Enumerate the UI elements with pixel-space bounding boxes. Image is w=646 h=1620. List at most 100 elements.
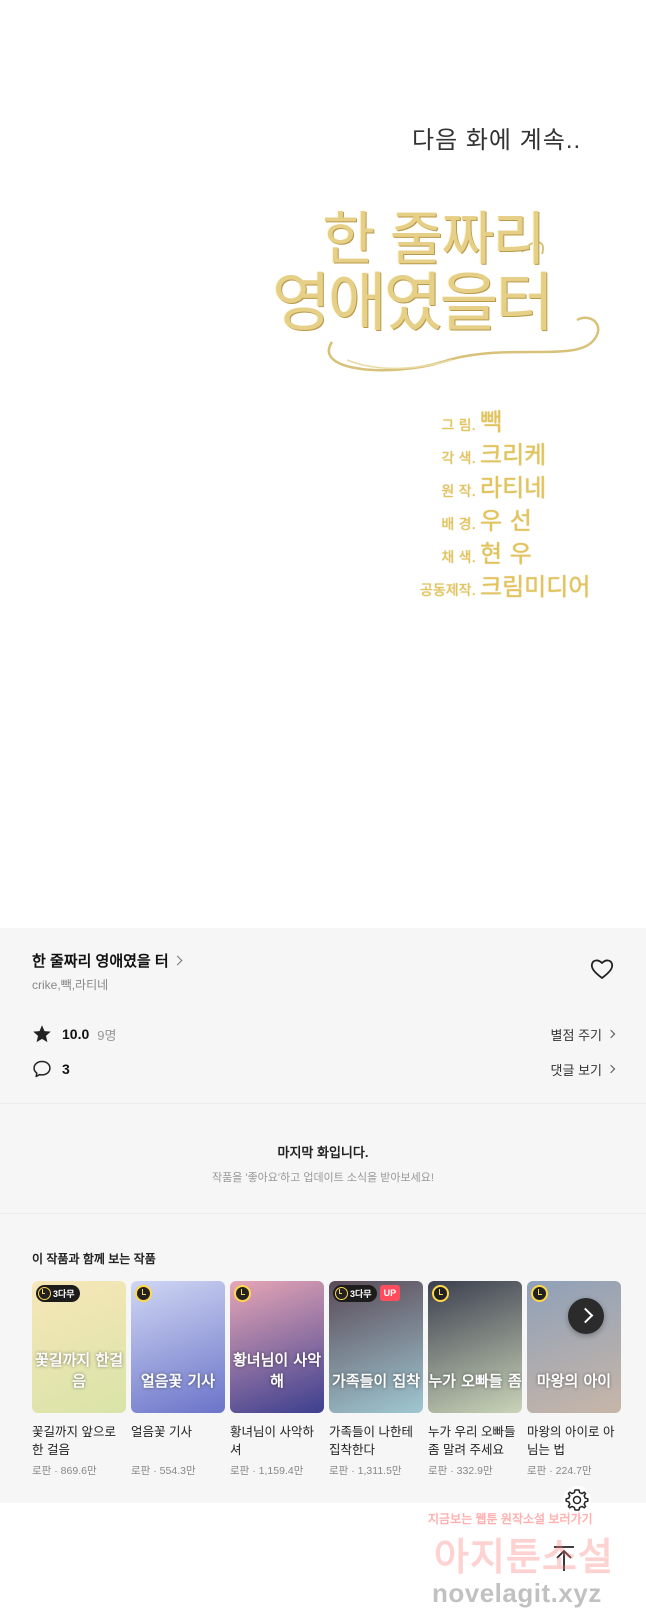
rate-button-label: 별점 주기 (550, 1027, 602, 1043)
chevron-right-icon (606, 1029, 616, 1039)
credit-name: 크리케 (480, 441, 547, 469)
card-cover-title: 황녀님이 사악해 (232, 1351, 322, 1390)
meta-separator: · (546, 1465, 556, 1477)
card-genre: 로판 (131, 1465, 151, 1477)
last-episode-subtitle: 작품을 '좋아요'하고 업데이트 소식을 받아보세요! (212, 1172, 434, 1184)
clock-icon (531, 1285, 548, 1302)
last-episode-title: 마지막 화입니다. (277, 1145, 369, 1160)
series-info: 한 줄짜리 영애였을 터 crike,빽,라티네 10.0 9명 별점 주기 3… (0, 928, 646, 1103)
wait-free-label: 3다무 (350, 1289, 372, 1299)
card-views: 869.6만 (60, 1465, 97, 1477)
rating-count: 9명 (97, 1027, 117, 1043)
continue-text: 다음 화에 계속.. (412, 127, 582, 154)
wait-free-label: 3다무 (53, 1289, 75, 1299)
up-badge: UP (379, 1285, 401, 1301)
meta-separator: · (150, 1465, 160, 1477)
series-title: 한 줄짜리 영애였을 터 (32, 953, 169, 970)
recommendation-card[interactable]: 누가 오빠들 좀 누가 우리 오빠들 좀 말려 주세요 로판 · 332.9만 (428, 1281, 522, 1478)
card-title: 얼음꽃 기사 (131, 1425, 192, 1439)
recommendation-card[interactable]: 황녀님이 사악해황녀님이 사악하셔로판 · 1,159.4만 (230, 1281, 324, 1478)
card-meta: 로판 · 869.6만 (32, 1463, 126, 1478)
title-logo: 한 줄짜리 영애였을터 (272, 192, 612, 382)
comment-row: 3 댓글 보기 (32, 1057, 616, 1081)
star-icon (33, 1025, 51, 1043)
credit-row: 각 색. 크리케 (402, 435, 642, 469)
card-cover-title: 마왕의 아이 (536, 1372, 612, 1390)
credit-row: 공동제작. 크림미디어 (402, 567, 642, 601)
credit-role: 각 색. (441, 451, 476, 467)
card-genre: 로판 (230, 1465, 250, 1477)
meta-separator: · (51, 1465, 61, 1477)
view-comments-button[interactable]: 댓글 보기 (550, 1060, 616, 1079)
credit-name: 우 선 (480, 507, 532, 535)
wait-free-badge: 3다무 (36, 1285, 80, 1302)
card-meta: 로판 · 1,311.5만 (329, 1463, 423, 1478)
card-meta: 로판 · 332.9만 (428, 1463, 522, 1478)
card-title: 꽃길까지 앞으로 한 걸음 (32, 1425, 116, 1457)
recommendation-heading: 이 작품과 함께 보는 작품 (32, 1252, 156, 1266)
credit-row: 배 경. 우 선 (402, 501, 642, 535)
credit-role: 공동제작. (420, 583, 476, 599)
card-badges (432, 1285, 449, 1302)
card-title: 마왕의 아이로 아님는 법 (527, 1425, 615, 1457)
card-genre: 로판 (428, 1465, 448, 1477)
credit-role: 배 경. (441, 517, 476, 533)
card-title: 가족들이 나한테 집착한다 (329, 1425, 413, 1457)
series-authors: crike,빽,라티네 (32, 978, 109, 992)
last-episode-notice: 마지막 화입니다. 작품을 '좋아요'하고 업데이트 소식을 받아보세요! (0, 1103, 646, 1213)
heart-icon[interactable] (590, 958, 614, 980)
credit-role: 그 림. (441, 418, 476, 434)
card-cover-title: 가족들이 집착 (331, 1372, 421, 1390)
card-cover-title: 얼음꽃 기사 (140, 1372, 216, 1390)
card-cover-image: 얼음꽃 기사 (131, 1281, 225, 1413)
recommendation-card[interactable]: 얼음꽃 기사 얼음꽃 기사 로판 · 554.3만 (131, 1281, 225, 1478)
comment-count: 3 (62, 1061, 70, 1077)
credit-name: 현 우 (480, 540, 532, 568)
meta-separator: · (249, 1465, 259, 1477)
credit-row: 원 작. 라티네 (402, 468, 642, 502)
card-genre: 로판 (329, 1465, 349, 1477)
card-views: 1,311.5만 (357, 1465, 402, 1477)
recommendation-card[interactable]: 3다무 UP 가족들이 집착가족들이 나한테 집착한다로판 · 1,311.5만 (329, 1281, 423, 1478)
credit-role: 채 색. (441, 550, 476, 566)
recommendation-section: 이 작품과 함께 보는 작품 3다무꽃길까지 한걸음꽃길까지 앞으로 한 걸음로… (0, 1213, 646, 1503)
recommendation-card[interactable]: 3다무꽃길까지 한걸음꽃길까지 앞으로 한 걸음로판 · 869.6만 (32, 1281, 126, 1478)
meta-separator: · (348, 1465, 358, 1477)
card-title: 황녀님이 사악하셔 (230, 1425, 314, 1457)
card-views: 224.7만 (555, 1465, 592, 1477)
watermark-url: novelagit.xyz (432, 1578, 602, 1608)
chevron-right-icon (172, 955, 183, 966)
card-badges: 3다무 UP (333, 1285, 401, 1302)
card-meta: 로판 · 554.3만 (131, 1463, 225, 1478)
card-views: 1,159.4만 (258, 1465, 304, 1477)
watermark-logo: 아지툰소설 (434, 1537, 614, 1579)
chevron-right-icon (606, 1064, 616, 1074)
card-cover-image: 누가 오빠들 좀 (428, 1281, 522, 1413)
card-cover-title: 누가 오빠들 좀 (428, 1372, 522, 1390)
credit-name: 빽 (480, 408, 503, 436)
carousel-next-button[interactable] (568, 1298, 604, 1334)
clock-icon (335, 1287, 348, 1300)
card-cover-title: 꽃길까지 한걸음 (34, 1351, 124, 1390)
comment-icon (33, 1060, 51, 1078)
recommendation-list: 3다무 꽃길까지 한걸음 꽃길까지 앞으로 한 걸음 로판 · 869.6만 얼음꽃 기… (32, 1281, 646, 1481)
series-title-link[interactable]: 한 줄짜리 영애였을 터 (32, 950, 183, 971)
card-cover-image: 황녀님이 사악해 (230, 1281, 324, 1413)
rate-button[interactable]: 별점 주기 (550, 1025, 616, 1044)
clock-icon (432, 1285, 449, 1302)
comic-panel: 다음 화에 계속.. 한 줄짜리 영애였을터 그 림. 빽 각 색. 크리케 원 작… (0, 0, 646, 928)
credit-name: 라티네 (480, 474, 547, 502)
credits: 그 림. 빽 각 색. 크리케 원 작. 라티네 배 경. 우 선 채 색. 현 우 공동… (402, 402, 642, 601)
clock-icon (234, 1285, 251, 1302)
credit-name: 크림미디어 (480, 573, 591, 601)
card-views: 554.3만 (159, 1465, 196, 1477)
credit-row: 그 림. 빽 (402, 402, 642, 436)
card-genre: 로판 (527, 1465, 547, 1477)
card-cover-image: 3다무 UP 가족들이 집착 (329, 1281, 423, 1413)
card-genre: 로판 (32, 1465, 52, 1477)
card-badges (135, 1285, 152, 1302)
view-comments-label: 댓글 보기 (550, 1062, 602, 1078)
credit-role: 원 작. (441, 484, 476, 500)
watermark-tagline: 지금보는 웹툰 원작소설 보러가기 (428, 1512, 593, 1526)
rating-row: 10.0 9명 별점 주기 (32, 1022, 616, 1046)
